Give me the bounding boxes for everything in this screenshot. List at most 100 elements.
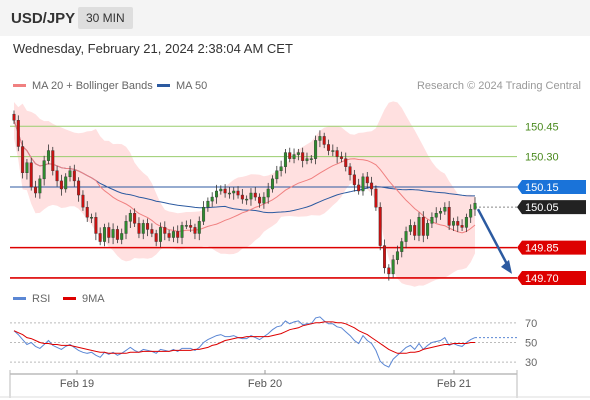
candle-body xyxy=(227,192,231,195)
rsi-tick-label: 50 xyxy=(525,338,537,350)
candle xyxy=(378,202,382,251)
projection-arrow-line xyxy=(476,208,511,269)
candle-body xyxy=(55,170,59,182)
candle-body xyxy=(331,150,335,152)
candle-body xyxy=(271,178,274,190)
candle-body xyxy=(111,229,115,238)
candle-body xyxy=(249,192,253,200)
candle-body xyxy=(16,120,20,147)
candle-body xyxy=(124,221,128,234)
candle-body xyxy=(133,213,137,224)
candle-body xyxy=(42,160,46,180)
candle-body xyxy=(77,180,81,196)
candle-body xyxy=(176,231,180,238)
candle-body xyxy=(25,162,29,173)
candle-body xyxy=(456,221,460,226)
x-tick-label: Feb 19 xyxy=(60,378,94,390)
candle-body xyxy=(339,156,343,159)
candle-body xyxy=(262,196,266,204)
candle-body xyxy=(98,233,102,242)
candle-body xyxy=(387,267,391,275)
candle-body xyxy=(21,146,25,173)
candle-body xyxy=(296,152,300,155)
candle-body xyxy=(171,231,175,238)
candle-body xyxy=(322,136,326,145)
candle-body xyxy=(391,259,395,275)
candle-body xyxy=(314,140,318,159)
candle-body xyxy=(395,251,399,260)
candle-body xyxy=(128,213,132,222)
candle-body xyxy=(72,170,76,182)
candle-body xyxy=(94,217,98,234)
level-label-1: 150.30 xyxy=(525,152,559,164)
candle-body xyxy=(451,221,455,226)
candle xyxy=(202,201,206,225)
candle-body xyxy=(283,152,287,167)
candle-body xyxy=(348,166,352,176)
candle-body xyxy=(107,227,111,238)
candle-body xyxy=(197,221,201,234)
candle-body xyxy=(85,206,89,218)
candle-body xyxy=(38,178,42,194)
candle-body xyxy=(335,150,339,157)
candle-body xyxy=(400,241,404,252)
candle-body xyxy=(46,150,50,161)
candle xyxy=(16,115,20,152)
candle-body xyxy=(64,176,68,190)
candle-body xyxy=(240,194,244,200)
candle-body xyxy=(223,188,227,194)
candle-body xyxy=(154,233,158,242)
candle-body xyxy=(146,223,150,230)
candle-body xyxy=(439,211,443,214)
candle xyxy=(374,185,378,211)
candle-body xyxy=(352,174,356,186)
candle-body xyxy=(279,166,283,171)
candle-body xyxy=(120,233,124,240)
candle-body xyxy=(361,176,365,192)
candle-body xyxy=(29,162,33,188)
candle-body xyxy=(34,186,38,194)
candle-body xyxy=(464,217,468,228)
candle-body xyxy=(236,190,240,196)
candle-body xyxy=(137,223,141,234)
candle-body xyxy=(206,200,210,208)
candle-body xyxy=(374,188,378,208)
level-label-0: 150.45 xyxy=(525,121,559,133)
candle-body xyxy=(318,136,322,141)
candle-body xyxy=(309,158,313,160)
x-tick-label: Feb 20 xyxy=(248,378,282,390)
candle-body xyxy=(219,188,223,192)
candle-body xyxy=(421,217,425,236)
candle-body xyxy=(275,170,279,180)
candle-body xyxy=(434,213,438,218)
candle-body xyxy=(460,225,464,228)
level-label-3: 150.05 xyxy=(525,202,559,214)
level-label-4: 149.85 xyxy=(525,243,559,255)
candle-body xyxy=(81,194,85,208)
candle-body xyxy=(150,229,154,234)
candle-body xyxy=(408,225,412,232)
candle-body xyxy=(443,206,447,212)
candle-body xyxy=(90,217,94,219)
candle-body xyxy=(383,245,387,269)
candle-body xyxy=(180,225,184,238)
candle-body xyxy=(413,225,417,236)
level-label-5: 149.70 xyxy=(525,273,559,285)
candle-body xyxy=(305,158,309,161)
candle-body xyxy=(210,196,214,202)
candle-body xyxy=(215,190,218,198)
price-chart[interactable]: 150.45 150.30 150.15 150.05 149.85 149.70 70 50… xyxy=(0,0,590,400)
candle-body xyxy=(59,180,63,190)
candle-body xyxy=(266,188,270,198)
candle-body xyxy=(158,227,162,242)
candle-body xyxy=(288,152,292,159)
candle-body xyxy=(357,184,361,192)
candle-body xyxy=(344,158,348,167)
candle-body xyxy=(51,150,55,171)
candle-body xyxy=(365,176,369,184)
candle-body xyxy=(378,206,382,246)
candle-body xyxy=(184,225,188,227)
candle-body xyxy=(447,206,451,226)
candle-body xyxy=(327,144,331,151)
candle-body xyxy=(68,170,72,178)
